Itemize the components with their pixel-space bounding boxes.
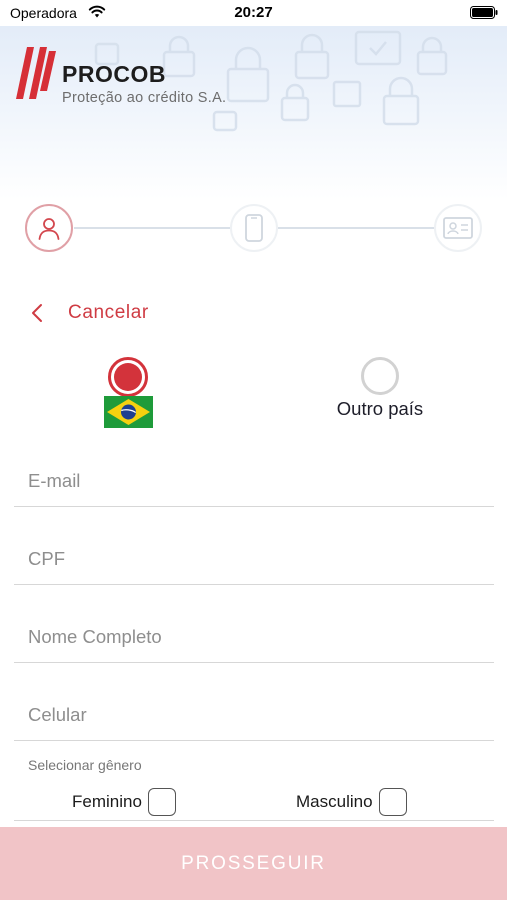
brand-name: PROCOB <box>62 61 166 87</box>
id-card-icon <box>443 217 473 239</box>
user-icon <box>38 218 60 240</box>
gender-male-label: Masculino <box>296 792 373 811</box>
gender-option-female[interactable]: Feminino <box>72 788 176 816</box>
battery-icon <box>470 6 498 19</box>
brazil-radio[interactable] <box>108 357 148 397</box>
divider <box>14 820 494 821</box>
brand-tagline: Proteção ao crédito S.A. <box>62 90 227 106</box>
step-connector <box>74 227 232 229</box>
progress-stepper <box>0 200 507 256</box>
other-country-radio[interactable] <box>361 357 399 395</box>
gender-label: Selecionar gênero <box>28 757 142 773</box>
step-connector <box>278 227 436 229</box>
step-personal-data <box>25 204 73 252</box>
radio-selected-dot <box>114 363 142 391</box>
step-phone <box>230 204 278 252</box>
email-field[interactable] <box>14 445 494 506</box>
other-country-label[interactable]: Outro país <box>300 398 460 420</box>
step-document <box>434 204 482 252</box>
cancel-label: Cancelar <box>68 302 149 323</box>
male-checkbox[interactable] <box>378 788 407 816</box>
gender-option-male[interactable]: Masculino <box>296 788 407 816</box>
phone-field[interactable] <box>14 679 494 740</box>
cancel-button[interactable]: Cancelar <box>30 300 149 326</box>
phone-field-container <box>14 679 494 741</box>
cpf-field[interactable] <box>14 523 494 584</box>
email-field-container <box>14 445 494 507</box>
status-bar: Operadora 20:27 <box>0 0 507 26</box>
smartphone-icon <box>245 214 263 242</box>
clock: 20:27 <box>234 4 273 21</box>
brazil-flag-icon[interactable] <box>104 396 153 428</box>
female-checkbox[interactable] <box>147 788 176 816</box>
chevron-left-icon <box>32 304 42 322</box>
name-field-container <box>14 601 494 663</box>
full-name-field[interactable] <box>14 601 494 662</box>
proceed-button[interactable]: PROSSEGUIR <box>0 827 507 900</box>
cpf-field-container <box>14 523 494 585</box>
procob-logo-icon <box>16 47 56 99</box>
gender-female-label: Feminino <box>72 792 142 811</box>
